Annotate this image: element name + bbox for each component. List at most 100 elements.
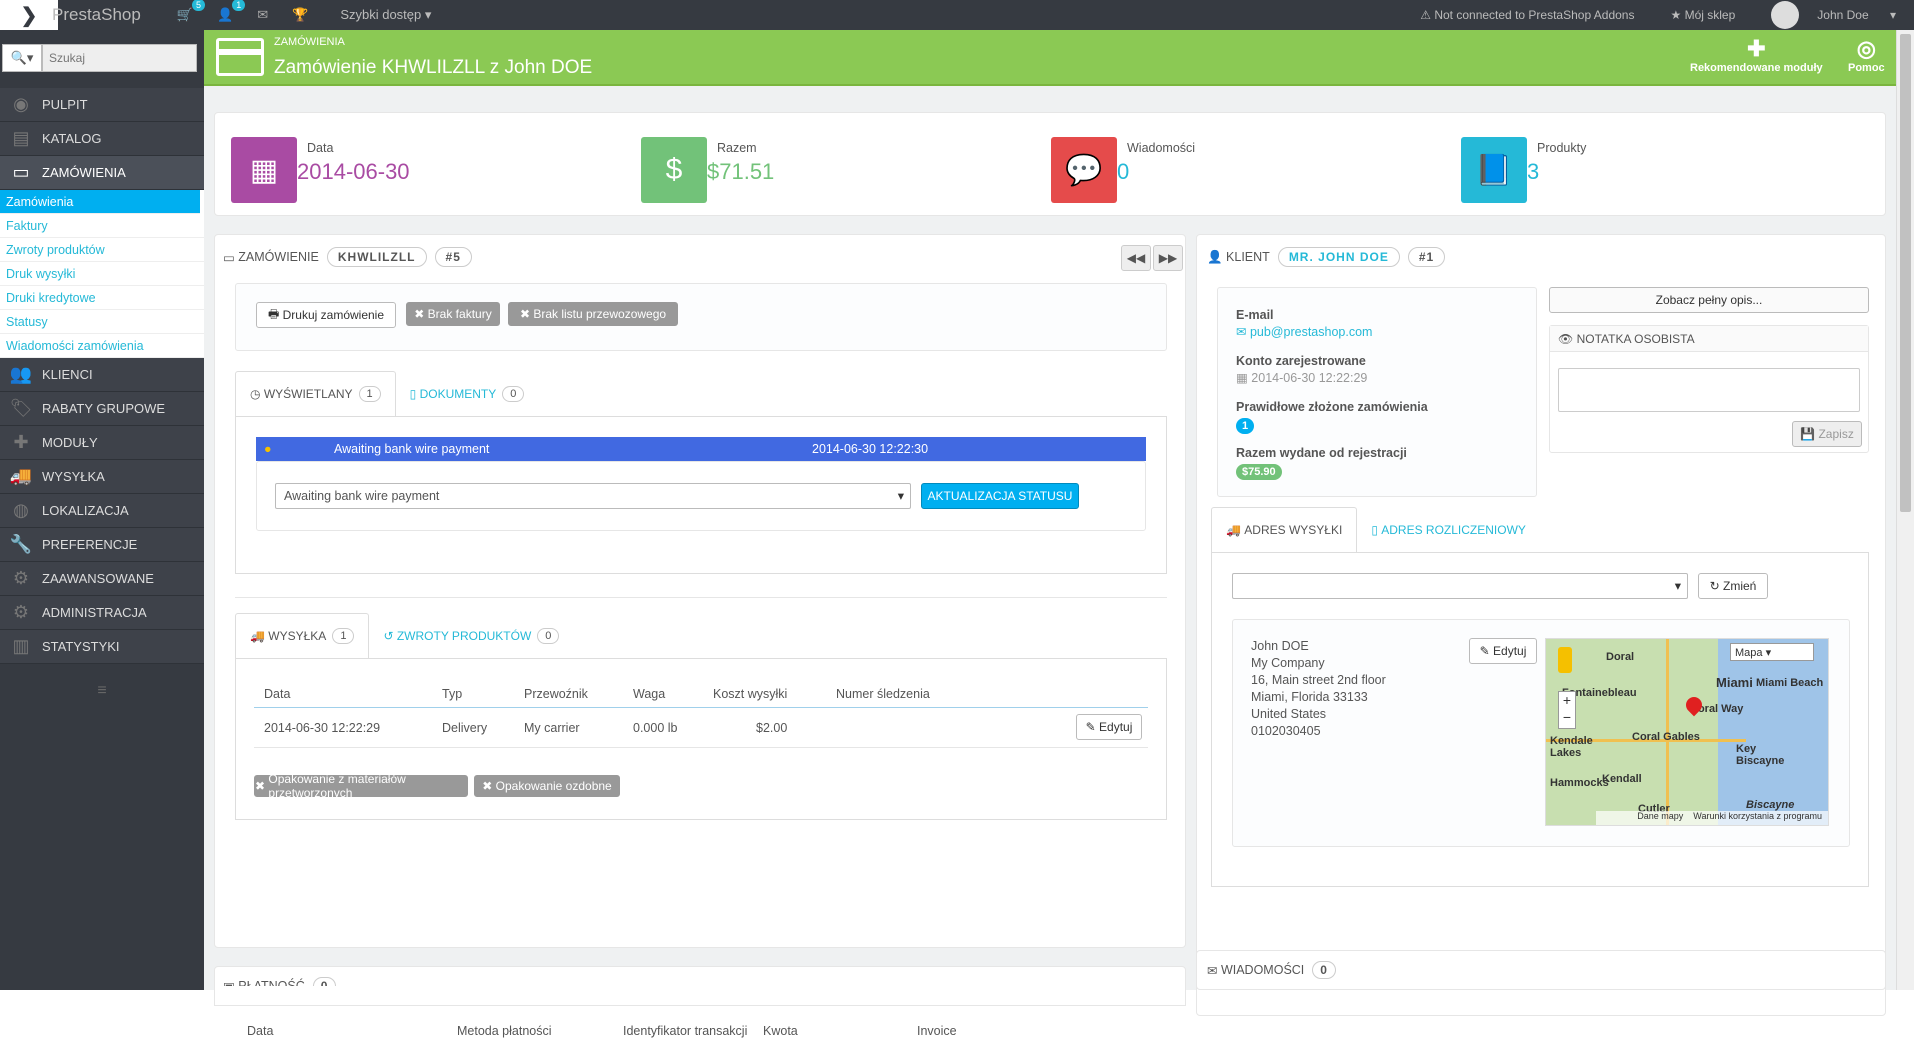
kpi-value: 0 xyxy=(1117,159,1130,184)
gift-wrapping-button[interactable]: ✖ Opakowanie ozdobne xyxy=(474,775,620,797)
customer-panel-title: 👤 KLIENT MR. JOHN DOE #1 xyxy=(1207,247,1446,267)
user-menu[interactable]: John Doe ▾ xyxy=(1771,1,1896,29)
change-address-button[interactable]: ↻ Zmień xyxy=(1698,573,1768,599)
puzzle-icon: ✚ xyxy=(1747,36,1766,61)
recycled-label: Opakowanie z materiałów przetworzonych xyxy=(268,772,406,800)
sidebar-item-lokalizacja[interactable]: ◍ LOKALIZACJA xyxy=(0,494,204,528)
sidebar-item-zamowienia[interactable]: ▭ ZAMÓWIENIA xyxy=(0,156,204,190)
private-note-box: 👁 NOTATKA OSOBISTA 💾 Zapisz xyxy=(1549,325,1869,453)
search-input[interactable] xyxy=(42,44,197,72)
quick-access-label: Szybki dostęp xyxy=(340,7,422,22)
submenu-item-zamowienia[interactable]: Zamówienia xyxy=(0,190,200,214)
address-map[interactable]: Doral Miami Miami Beach Fontainebleau Co… xyxy=(1545,638,1829,826)
sidebar-item-moduly[interactable]: ✚ MODUŁY xyxy=(0,426,204,460)
map-terms-link[interactable]: Warunki korzystania z programu xyxy=(1693,811,1822,825)
customer-name-link[interactable]: MR. JOHN DOE xyxy=(1277,247,1400,267)
status-update-well: Awaiting bank wire payment AKTUALIZACJA … xyxy=(256,461,1146,531)
sidebar-item-statystyki[interactable]: ▥ STATYSTYKI xyxy=(0,630,204,664)
collapse-menu-icon[interactable]: ≡ xyxy=(0,682,204,700)
sidebar-item-preferencje[interactable]: 🔧 PREFERENCJE xyxy=(0,528,204,562)
scrollbar[interactable] xyxy=(1896,30,1914,990)
zoom-control[interactable]: + − xyxy=(1558,691,1576,729)
valid-orders-label: Prawidłowe złożone zamówienia xyxy=(1236,400,1428,414)
tab-returns[interactable]: ↺ ZWROTY PRODUKTÓW 0 xyxy=(369,613,573,659)
shipping-icon: 🚚 xyxy=(9,466,33,486)
tab-billing-address-label: ADRES ROZLICZENIOWY xyxy=(1381,523,1526,537)
user-icon[interactable]: 👤 1 xyxy=(217,0,246,23)
remove-icon: ✖ xyxy=(519,307,534,321)
quick-access-menu[interactable]: Szybki dostęp ▾ xyxy=(340,7,431,23)
sidebar-item-wysylka[interactable]: 🚚 WYSYŁKA xyxy=(0,460,204,494)
change-label: Zmień xyxy=(1723,579,1757,593)
next-order-button[interactable]: ▶▶ xyxy=(1153,245,1183,271)
shipping-cell-weight: 0.000 lb xyxy=(633,721,678,735)
sidebar-item-pulpit[interactable]: ◉ PULPIT xyxy=(0,88,204,122)
kpi-label: Produkty xyxy=(1537,141,1587,155)
customer-email-link[interactable]: ✉ pub@prestashop.com xyxy=(1236,324,1372,339)
search-icon[interactable]: 🔍▾ xyxy=(2,44,42,72)
sidebar-item-klienci[interactable]: 👥 KLIENCI xyxy=(0,358,204,392)
modules-icon: ✚ xyxy=(13,432,29,452)
sidebar-item-rabaty[interactable]: 🏷 RABATY GRUPOWE xyxy=(0,392,204,426)
submenu-item-druk-wysylki[interactable]: Druk wysyłki xyxy=(0,262,204,286)
breadcrumb[interactable]: ZAMÓWIENIA xyxy=(274,36,345,48)
scrollbar-thumb[interactable] xyxy=(1900,34,1911,512)
no-invoice-button[interactable]: ✖ Brak faktury xyxy=(406,302,500,326)
sidebar-item-label: ZAAWANSOWANE xyxy=(42,571,154,586)
file-icon: ▯ xyxy=(1371,523,1382,537)
print-order-button[interactable]: 🖶 Drukuj zamówienie xyxy=(256,302,396,328)
previous-order-button[interactable]: ◀◀ xyxy=(1121,245,1151,271)
submenu-item-druki-kredytowe[interactable]: Druki kredytowe xyxy=(0,286,204,310)
tab-shipping-address[interactable]: 🚚 ADRES WYSYŁKI xyxy=(1211,507,1358,553)
refresh-icon: ↻ xyxy=(1709,579,1724,593)
payment-table: Data Metoda płatności Identyfikator tran… xyxy=(214,986,1186,1038)
customer-info-well: E-mail ✉ pub@prestashop.com Konto zareje… xyxy=(1217,287,1537,497)
street-view-icon[interactable] xyxy=(1558,647,1572,673)
tab-documents[interactable]: ▯ DOKUMENTY 0 xyxy=(396,371,539,417)
sidebar-item-label: MODUŁY xyxy=(42,435,98,450)
map-data-link[interactable]: Dane mapy xyxy=(1637,811,1683,825)
messages-count: 0 xyxy=(1312,961,1336,979)
submenu-item-statusy[interactable]: Statusy xyxy=(0,310,204,334)
no-delivery-slip-button[interactable]: ✖ Brak listu przewozowego xyxy=(508,302,678,326)
registered-value: 2014-06-30 12:22:29 xyxy=(1251,371,1368,385)
tab-shipping[interactable]: 🚚 WYSYŁKA 1 xyxy=(235,613,370,659)
private-note-textarea[interactable] xyxy=(1558,368,1860,412)
submenu-item-wiadomosci[interactable]: Wiadomości zamówienia xyxy=(0,334,204,358)
envelope-icon[interactable]: ✉ xyxy=(257,7,268,23)
page-title: Zamówienie KHWLILZLL z John DOE xyxy=(274,57,593,78)
tab-status-history[interactable]: ◷ WYŚWIETLANY 1 xyxy=(235,371,396,417)
sidebar-item-zaawansowane[interactable]: ⚙ ZAAWANSOWANE xyxy=(0,562,204,596)
tab-count: 1 xyxy=(332,628,355,644)
submenu-item-zwroty[interactable]: Zwroty produktów xyxy=(0,238,204,262)
sidebar-item-administracja[interactable]: ⚙ ADMINISTRACJA xyxy=(0,596,204,630)
sidebar-item-katalog[interactable]: ▤ KATALOG xyxy=(0,122,204,156)
prestashop-logo[interactable]: ❯ xyxy=(0,0,58,30)
addons-status-link[interactable]: ⚠ Not connected to PrestaShop Addons xyxy=(1420,8,1652,22)
cart-icon[interactable]: 🛒 5 xyxy=(177,0,206,23)
map-label: Miami xyxy=(1716,675,1753,690)
cart-badge: 5 xyxy=(192,0,206,11)
brand-name: PrestaShop xyxy=(52,5,141,24)
recommended-modules-button[interactable]: ✚ Rekomendowane moduły xyxy=(1690,36,1823,74)
status-select[interactable]: Awaiting bank wire payment xyxy=(275,483,911,509)
submenu-item-faktury[interactable]: Faktury xyxy=(0,214,204,238)
edit-address-button[interactable]: ✎ Edytuj xyxy=(1469,638,1537,664)
tab-billing-address[interactable]: ▯ ADRES ROZLICZENIOWY xyxy=(1357,507,1540,553)
trophy-icon[interactable]: 🏆 xyxy=(292,7,308,23)
my-shop-link[interactable]: ★ Mój sklep xyxy=(1670,8,1753,22)
edit-shipping-button[interactable]: ✎ Edytuj xyxy=(1076,714,1142,740)
view-full-details-button[interactable]: Zobacz pełny opis... xyxy=(1549,287,1869,313)
address-select[interactable] xyxy=(1232,573,1688,599)
main-menu: ◉ PULPIT ▤ KATALOG ▭ ZAMÓWIENIA Zamówienia … xyxy=(0,88,204,664)
tab-shipping-label: WYSYŁKA xyxy=(268,629,327,643)
map-type-select[interactable]: Mapa ▾ xyxy=(1730,643,1814,661)
kpi-panel: ▦ Data 2014-06-30 $ Razem $71.51 💬 Wiadomo… xyxy=(214,112,1886,216)
save-note-button[interactable]: 💾 Zapisz xyxy=(1792,421,1862,447)
private-note-header: 👁 NOTATKA OSOBISTA xyxy=(1550,326,1868,352)
messages-panel: ✉ WIADOMOŚCI 0 xyxy=(1196,950,1886,990)
recycled-packaging-button[interactable]: ✖ Opakowanie z materiałów przetworzonych xyxy=(254,772,468,800)
status-tab-body: ● Awaiting bank wire payment 2014-06-30 … xyxy=(235,416,1167,574)
help-button[interactable]: ◎ Pomoc xyxy=(1848,36,1885,74)
update-status-button[interactable]: AKTUALIZACJA STATUSU xyxy=(921,483,1079,509)
